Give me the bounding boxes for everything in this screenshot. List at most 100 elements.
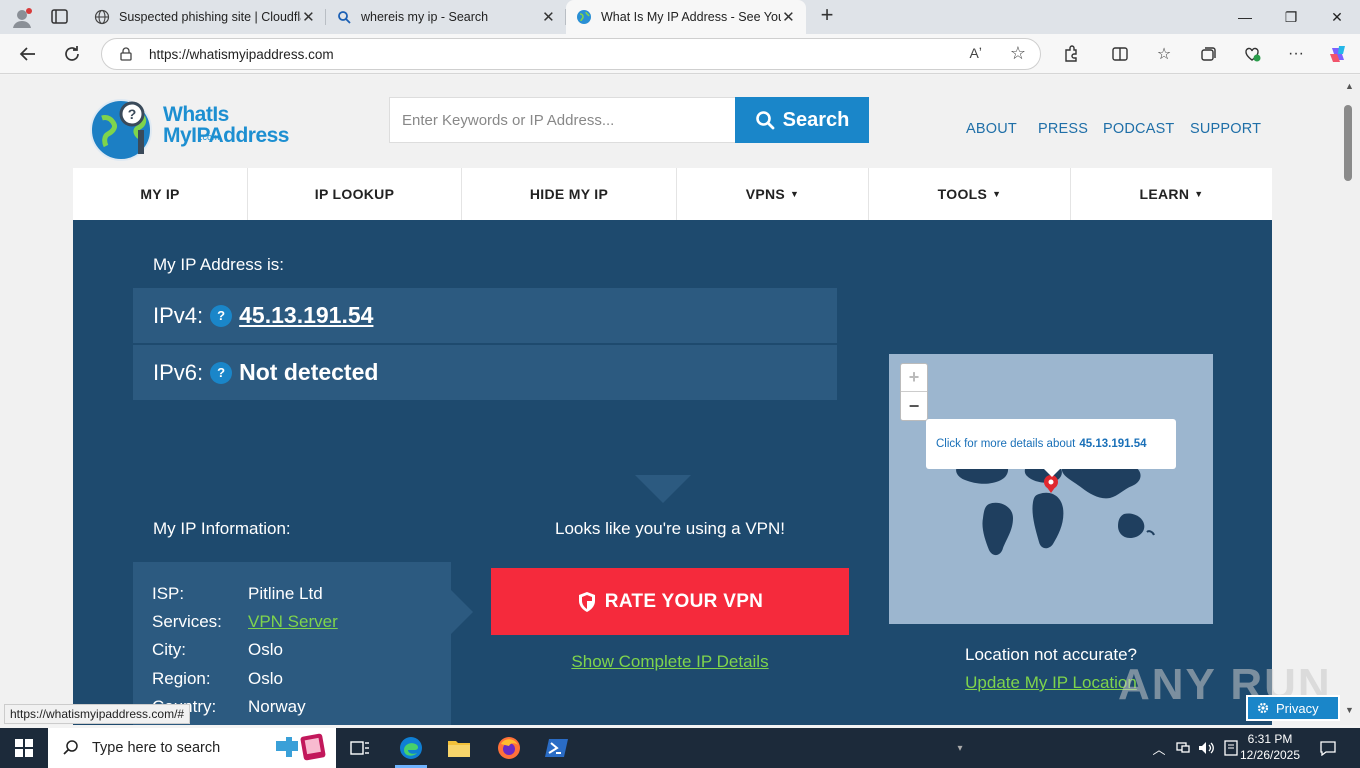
- info-value-link[interactable]: VPN Server: [248, 612, 338, 631]
- status-bar-url: https://whatismyipaddress.com/#: [4, 704, 191, 724]
- location-map[interactable]: + − Click for more details about 45.13.1…: [889, 354, 1213, 624]
- logo-wordmark: WhatIs MyIPAddress: [163, 104, 290, 147]
- search-button-label: Search: [782, 108, 850, 131]
- favorite-star-icon[interactable]: ☆: [1010, 43, 1026, 64]
- tab-whatismyip[interactable]: What Is My IP Address - See Your ✕: [566, 0, 806, 34]
- network-icon[interactable]: [1172, 728, 1194, 768]
- info-key: Region:: [152, 669, 211, 688]
- vpn-message: Looks like you're using a VPN!: [554, 519, 786, 538]
- nav-hide-my-ip[interactable]: HIDE MY IP: [462, 168, 677, 220]
- map-tooltip-ip: 45.13.191.54: [1079, 438, 1147, 450]
- restore-icon[interactable]: ❐: [1268, 0, 1314, 34]
- zoom-in-button[interactable]: +: [901, 364, 927, 392]
- close-tab-icon[interactable]: ✕: [541, 8, 556, 26]
- back-button[interactable]: [14, 40, 42, 68]
- privacy-button[interactable]: Privacy: [1246, 695, 1340, 721]
- address-bar[interactable]: https://whatismyipaddress.com Aʼ ☆: [101, 38, 1041, 70]
- profile-avatar-icon[interactable]: [10, 6, 34, 30]
- scroll-up-icon[interactable]: ▲: [1345, 81, 1354, 91]
- collections-icon[interactable]: [1196, 42, 1220, 66]
- url-text[interactable]: https://whatismyipaddress.com: [149, 47, 334, 62]
- link-podcast[interactable]: PODCAST: [1103, 121, 1175, 137]
- svg-text:?: ?: [128, 106, 137, 122]
- scroll-down-icon[interactable]: ▼: [1345, 705, 1354, 715]
- tab-search[interactable]: whereis my ip - Search ✕: [326, 0, 566, 34]
- show-hidden-icons[interactable]: ︿: [1150, 728, 1168, 768]
- nav-tools[interactable]: TOOLS ▼: [869, 168, 1071, 220]
- caret-down-icon: ▼: [790, 189, 800, 199]
- link-press[interactable]: PRESS: [1038, 121, 1088, 137]
- info-value: Oslo: [248, 640, 283, 659]
- taskbar-search[interactable]: Type here to search: [48, 728, 336, 768]
- split-screen-icon[interactable]: [1108, 42, 1132, 66]
- nav-label: MY IP: [140, 186, 180, 202]
- zoom-out-button[interactable]: −: [901, 392, 927, 420]
- map-zoom-controls: + −: [900, 363, 928, 421]
- link-about[interactable]: ABOUT: [966, 121, 1017, 137]
- map-tooltip-text: Click for more details about: [936, 438, 1076, 450]
- ipv4-value[interactable]: 45.13.191.54: [239, 302, 373, 329]
- clock-time: 6:31 PM: [1247, 732, 1293, 746]
- nav-label: VPNS: [745, 186, 786, 202]
- favorites-icon[interactable]: ☆: [1152, 42, 1176, 66]
- notifications-icon[interactable]: [1314, 728, 1342, 768]
- task-view-icon[interactable]: [336, 728, 384, 768]
- map-tooltip[interactable]: Click for more details about 45.13.191.5…: [926, 419, 1176, 477]
- minimize-icon[interactable]: —: [1222, 0, 1268, 34]
- close-window-icon[interactable]: ✕: [1314, 0, 1360, 34]
- ipv6-label: IPv6:: [153, 359, 204, 385]
- search-input[interactable]: Enter Keywords or IP Address...: [389, 97, 735, 143]
- firefox-icon[interactable]: [485, 728, 533, 768]
- read-aloud-icon[interactable]: Aʼ: [970, 45, 982, 61]
- edge-taskbar-icon[interactable]: [387, 728, 435, 768]
- nav-label: TOOLS: [937, 186, 988, 202]
- tab-phishing[interactable]: Suspected phishing site | Cloudfla ✕: [84, 0, 326, 34]
- info-key: Services:: [152, 612, 222, 631]
- rate-vpn-label: RATE YOUR VPN: [604, 590, 764, 612]
- nav-label: HIDE MY IP: [529, 186, 609, 202]
- file-explorer-icon[interactable]: [435, 728, 483, 768]
- taskbar-clock[interactable]: 6:31 PM 12/26/2025: [1238, 731, 1302, 763]
- more-menu-icon[interactable]: ···: [1284, 42, 1308, 66]
- ip-panel: My IP Address is: IPv4: ? 45.13.191.54 I…: [73, 220, 1272, 725]
- info-row-isp: ISP: Pitline Ltd: [152, 584, 323, 604]
- close-tab-icon[interactable]: ✕: [781, 8, 796, 26]
- lock-icon[interactable]: [120, 47, 132, 66]
- copilot-icon[interactable]: [1326, 42, 1350, 66]
- close-tab-icon[interactable]: ✕: [301, 8, 316, 26]
- site-header: ? WhatIs MyIPAddress .com Enter Keywords…: [0, 75, 1340, 167]
- help-icon[interactable]: ?: [210, 304, 233, 327]
- extensions-icon[interactable]: [1059, 42, 1083, 66]
- tab-actions-icon[interactable]: [50, 8, 70, 26]
- refresh-button[interactable]: [58, 40, 86, 68]
- start-button[interactable]: [0, 728, 48, 768]
- nav-vpns[interactable]: VPNS ▼: [677, 168, 869, 220]
- search-highlight-icon: [276, 733, 326, 761]
- new-tab-button[interactable]: +: [816, 4, 838, 27]
- link-support[interactable]: SUPPORT: [1190, 121, 1261, 137]
- search-button[interactable]: Search: [735, 97, 869, 143]
- rate-vpn-button[interactable]: RATE YOUR VPN: [491, 568, 849, 635]
- volume-icon[interactable]: [1196, 728, 1218, 768]
- powershell-icon[interactable]: [533, 728, 581, 768]
- nav-ip-lookup[interactable]: IP LOOKUP: [248, 168, 462, 220]
- browser-essentials-icon[interactable]: [1240, 42, 1264, 66]
- nav-learn[interactable]: LEARN ▼: [1071, 168, 1272, 220]
- show-desktop-handle[interactable]: ▾: [952, 728, 968, 768]
- site-logo[interactable]: ? WhatIs MyIPAddress .com: [88, 92, 298, 162]
- search-icon: [755, 111, 775, 130]
- taskbar-search-text: Type here to search: [92, 740, 221, 756]
- nav-my-ip[interactable]: MY IP: [73, 168, 248, 220]
- logo-line2: MyIPAddress: [163, 124, 290, 147]
- pointer-arrow: [635, 475, 691, 503]
- info-value: Norway: [248, 697, 306, 716]
- nav-label: LEARN: [1139, 186, 1190, 202]
- help-icon[interactable]: ?: [210, 361, 233, 384]
- scrollbar-thumb[interactable]: [1344, 105, 1352, 181]
- info-key: ISP:: [152, 584, 185, 603]
- main-nav: MY IP IP LOOKUP HIDE MY IP VPNS ▼ TOOLS ▼ …: [73, 168, 1272, 220]
- show-details-link[interactable]: Show Complete IP Details: [491, 652, 849, 672]
- logo-dotcom: .com: [200, 132, 220, 142]
- page-scrollbar[interactable]: ▲ ▼: [1340, 75, 1360, 725]
- ipv6-row: IPv6: ? Not detected: [133, 345, 837, 400]
